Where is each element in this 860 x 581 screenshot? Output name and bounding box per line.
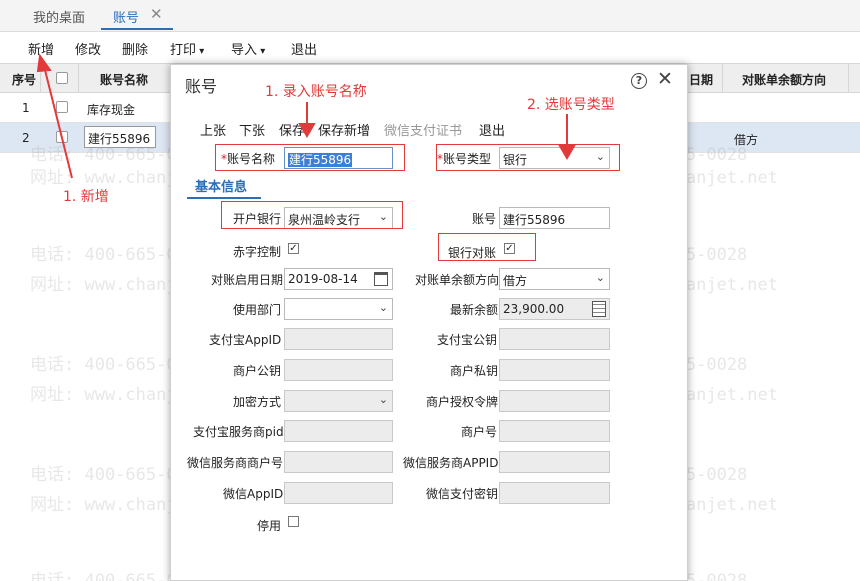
annotation-arrows [36,53,576,179]
arrow-head [558,145,576,160]
arrow-head [298,123,316,138]
arrow-head [36,53,52,73]
arrow-to-add [43,65,73,179]
